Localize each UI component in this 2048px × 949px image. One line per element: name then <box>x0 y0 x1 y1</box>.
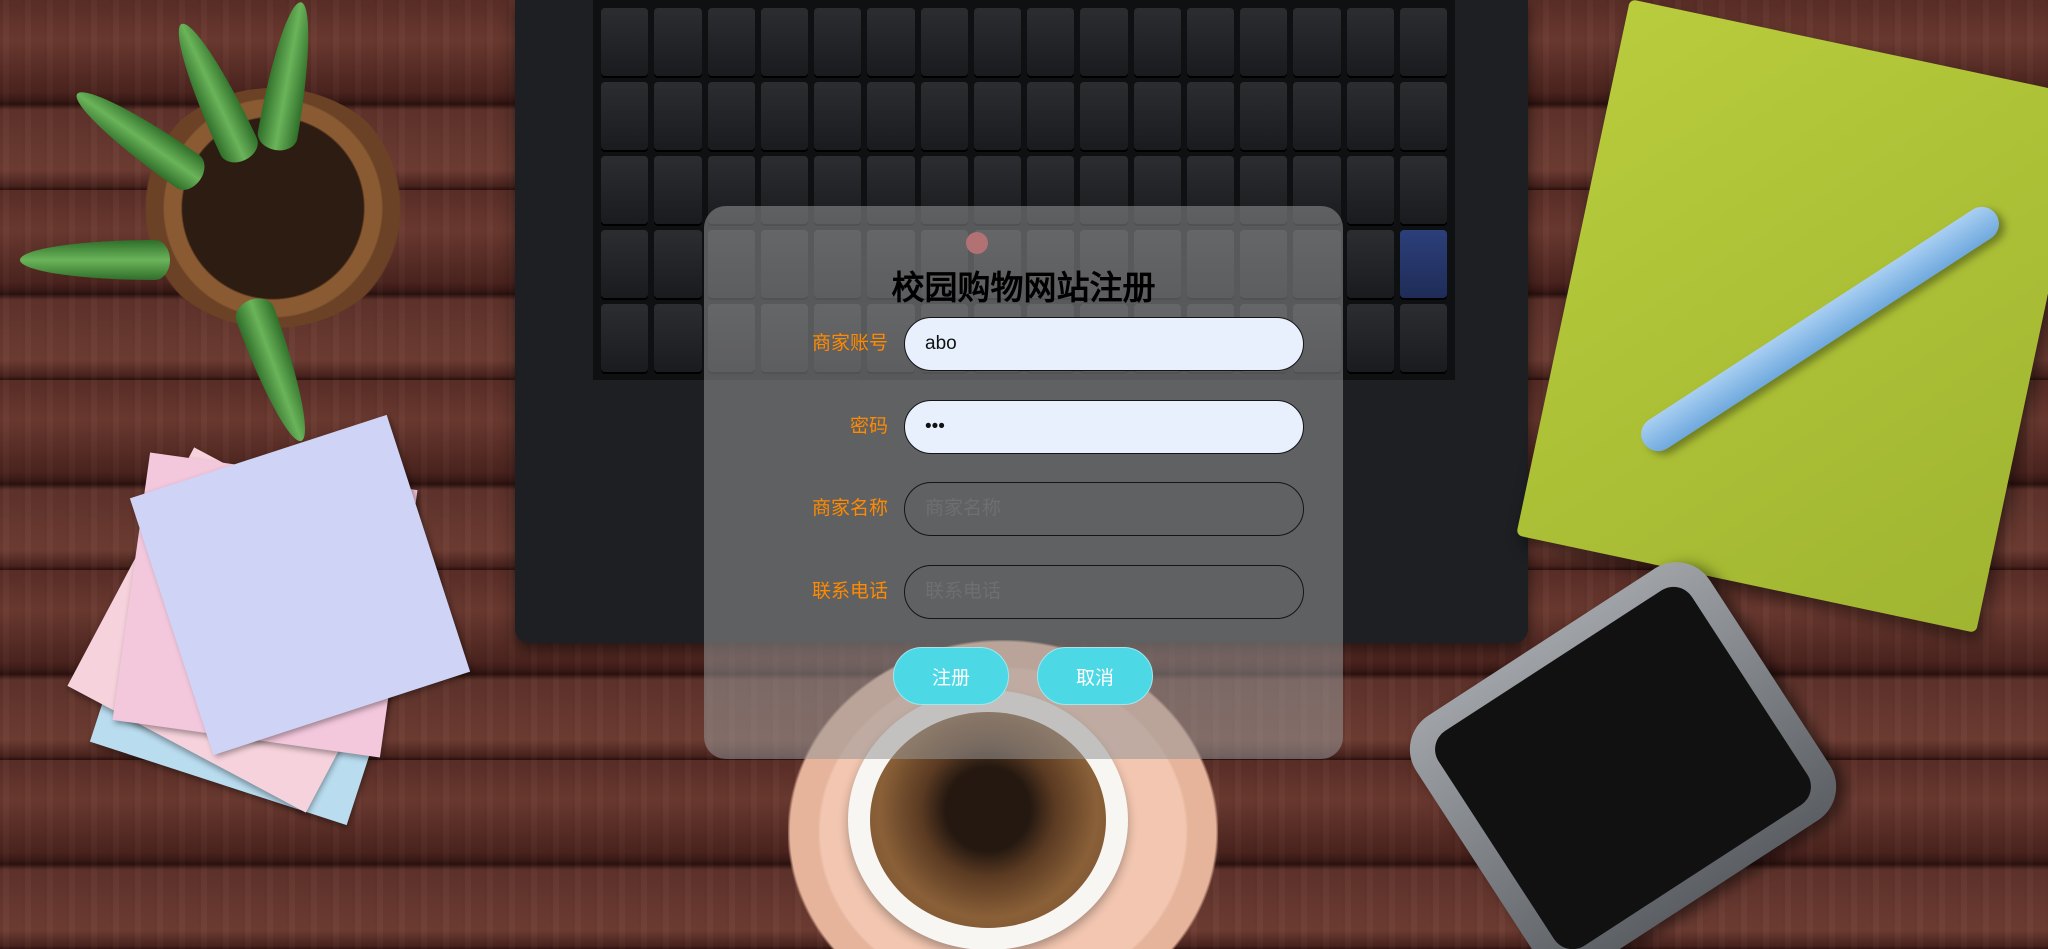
contact-phone-input[interactable] <box>904 565 1304 619</box>
desk-background: 校园购物网站注册 商家账号 密码 商家名称 联系电话 注册 取消 <box>0 0 2048 949</box>
cancel-button[interactable]: 取消 <box>1037 647 1153 705</box>
merchant-name-label: 商家名称 <box>811 498 888 519</box>
merchant-name-input[interactable] <box>904 482 1304 536</box>
password-row: 密码 <box>704 400 1343 454</box>
contact-phone-label: 联系电话 <box>811 581 888 602</box>
password-input[interactable] <box>904 400 1304 454</box>
contact-phone-row: 联系电话 <box>704 565 1343 619</box>
register-button[interactable]: 注册 <box>893 647 1009 705</box>
register-panel: 校园购物网站注册 商家账号 密码 商家名称 联系电话 注册 取消 <box>704 206 1343 759</box>
password-label: 密码 <box>849 416 888 437</box>
merchant-account-input[interactable] <box>904 317 1304 371</box>
merchant-account-label: 商家账号 <box>811 333 888 354</box>
merchant-account-row: 商家账号 <box>704 317 1343 371</box>
page-title: 校园购物网站注册 <box>891 269 1156 306</box>
merchant-name-row: 商家名称 <box>704 482 1343 536</box>
